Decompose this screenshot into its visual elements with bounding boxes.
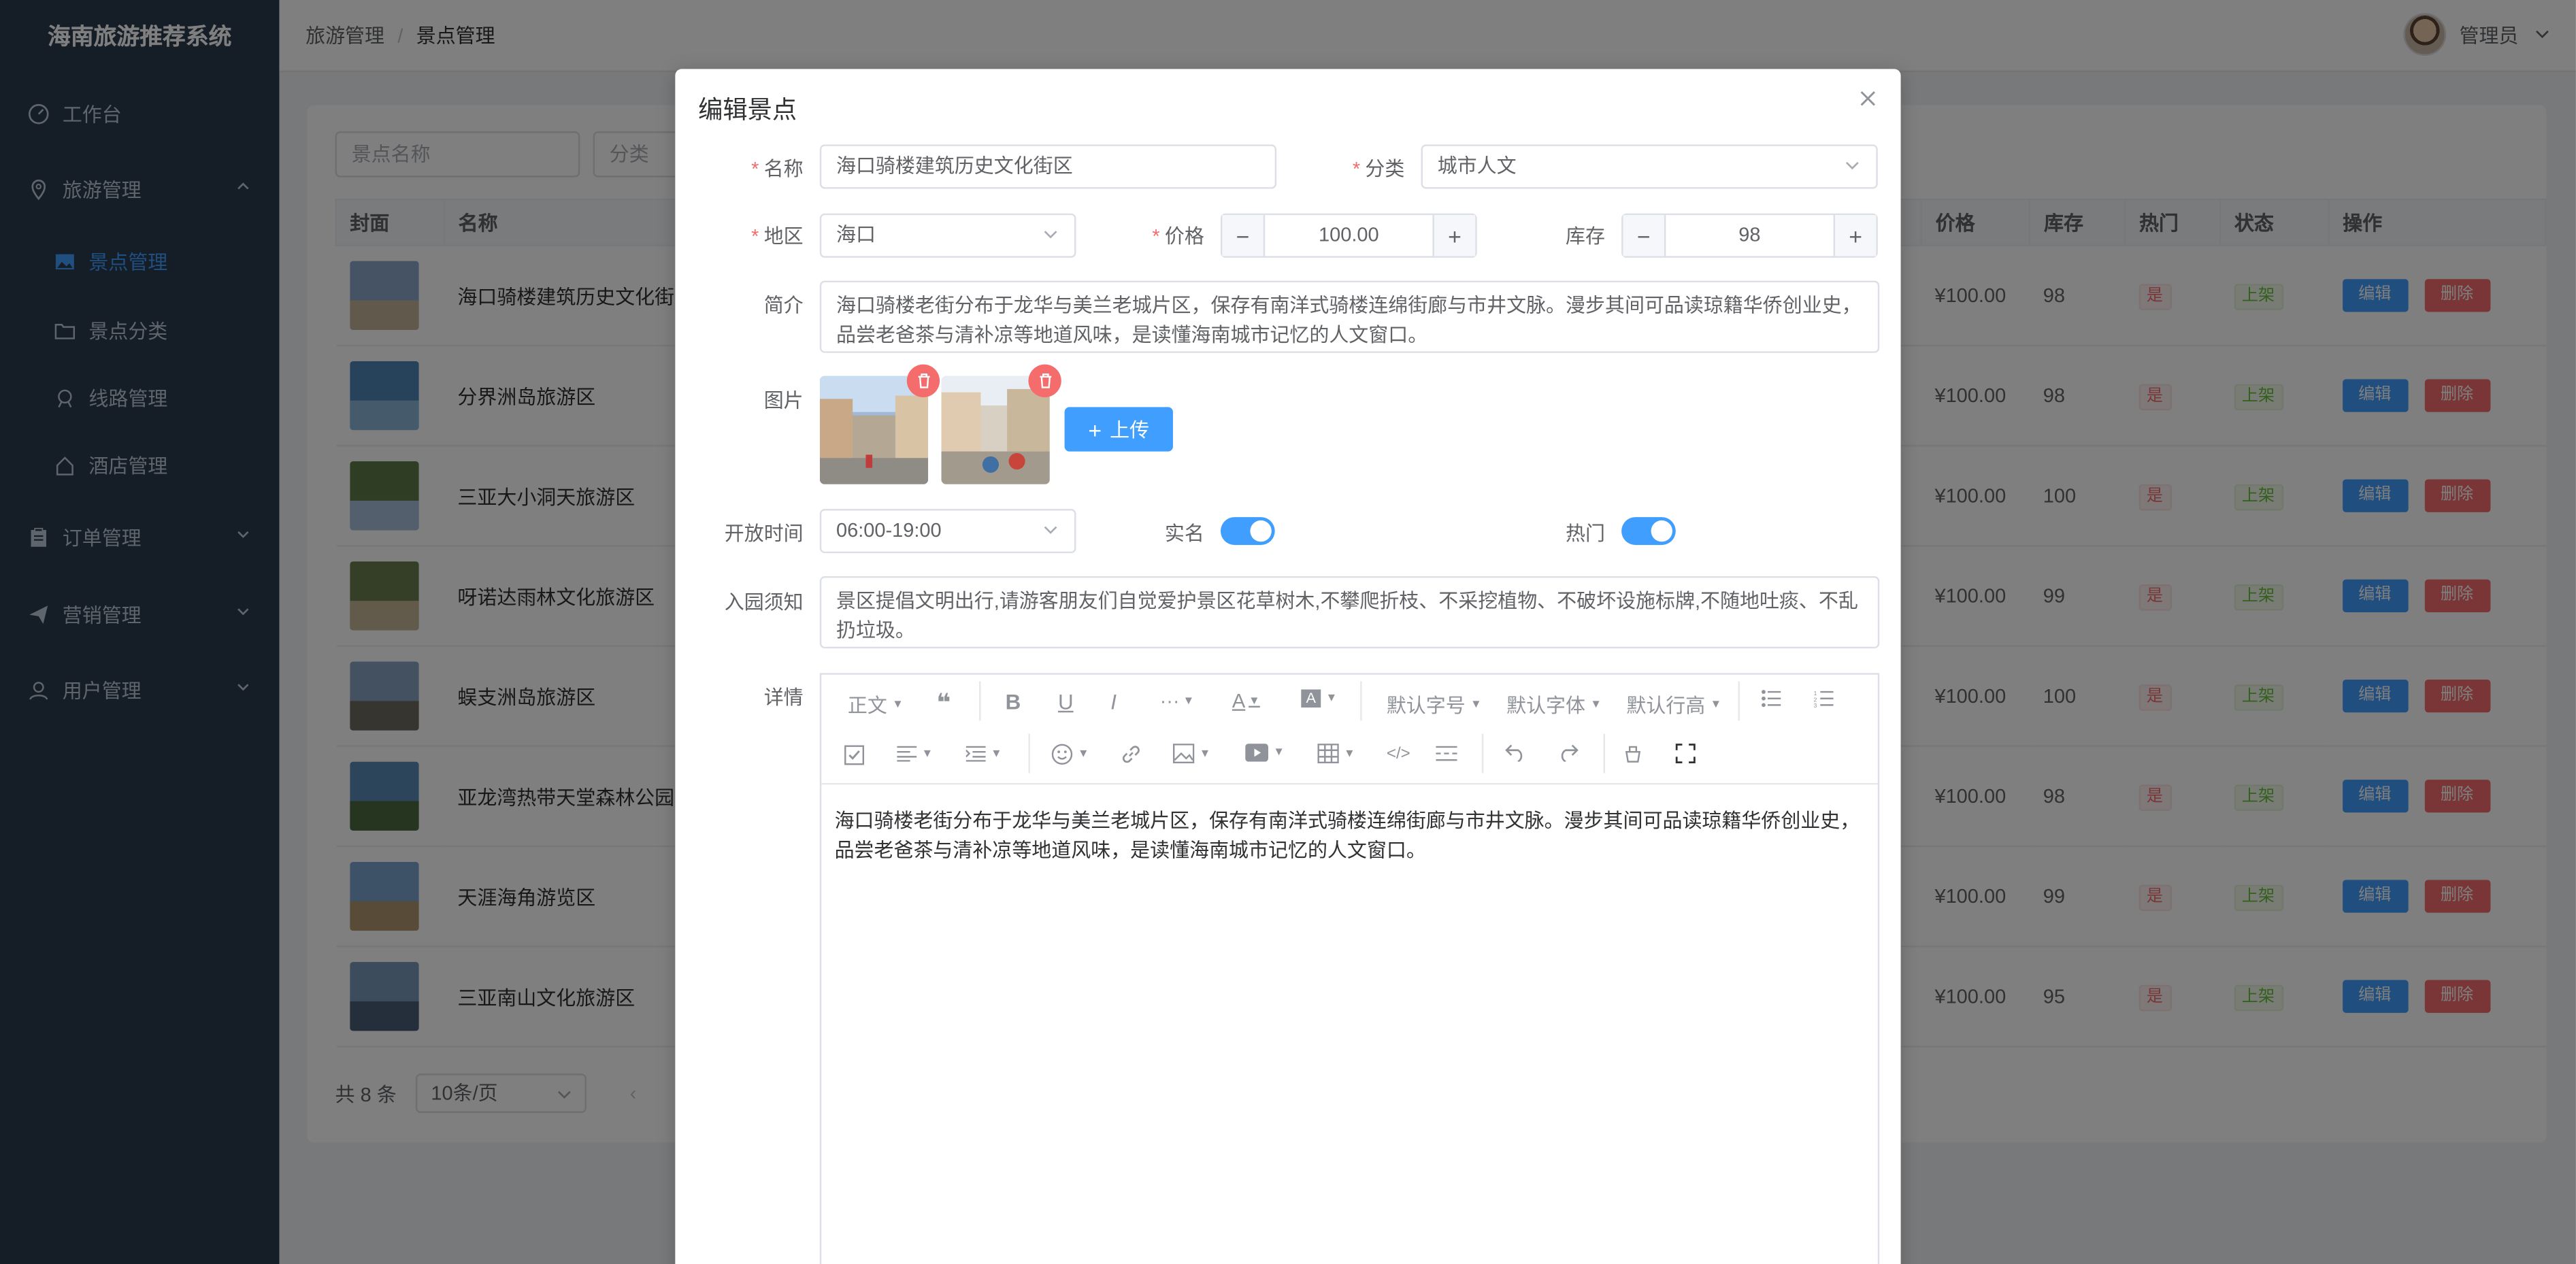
stock-value[interactable]: 98 (1666, 215, 1833, 256)
region-value: 海口 (836, 223, 876, 246)
delete-image-button[interactable] (906, 364, 940, 397)
notice-label: 入园须知 (724, 591, 804, 614)
name-label: * 名称 (751, 157, 804, 181)
clear-format-icon[interactable] (1623, 744, 1643, 763)
redo-icon[interactable] (1557, 744, 1579, 762)
increase-button[interactable]: + (1833, 215, 1877, 256)
open-time-label: 开放时间 (724, 522, 804, 546)
table-icon[interactable]: ▼ (1317, 744, 1355, 764)
fullscreen-icon[interactable] (1675, 744, 1696, 764)
category-label: * 分类 (1352, 157, 1405, 181)
more-icon[interactable]: ··· ▼ (1160, 689, 1195, 712)
category-select[interactable]: 城市人文 (1421, 144, 1878, 189)
italic-icon[interactable]: I (1110, 689, 1117, 714)
toolbar-divider (979, 681, 981, 721)
trash-icon (1039, 373, 1051, 388)
toolbar-divider (1360, 681, 1362, 721)
price-label: * 价格 (1152, 224, 1204, 248)
toolbar-bottom-border (821, 783, 1878, 785)
line-height-select[interactable]: 默认行高 ▼ (1626, 691, 1721, 719)
price-value[interactable]: 100.00 (1265, 215, 1432, 256)
open-time-select[interactable]: 06:00-19:00 (819, 509, 1076, 554)
editor-content[interactable]: 海口骑楼老街分布于龙华与美兰老城片区，保存有南洋式骑楼连绵街廊与市井文脉。漫步其… (835, 806, 1866, 865)
indent-icon[interactable]: ▼ (965, 746, 1002, 762)
decrease-button[interactable]: − (1222, 215, 1266, 256)
edit-scenic-dialog: 编辑景点 * 名称 海口骑楼建筑历史文化街区 * 分类 城市人文 * 地区 海口 * 价… (675, 69, 1901, 1264)
name-input[interactable]: 海口骑楼建筑历史文化街区 (819, 144, 1277, 189)
chevron-down-icon (1044, 231, 1057, 239)
emoji-icon[interactable]: ▼ (1051, 744, 1089, 765)
background-color-icon[interactable]: A ▼ (1301, 689, 1337, 708)
code-icon[interactable]: </> (1387, 746, 1410, 764)
hot-switch[interactable] (1621, 517, 1676, 546)
trash-icon (917, 373, 929, 388)
open-time-value: 06:00-19:00 (836, 518, 942, 542)
underline-icon[interactable]: U (1058, 689, 1074, 714)
numbered-list-icon[interactable]: 123 (1814, 689, 1834, 708)
chevron-down-icon (1845, 161, 1859, 170)
detail-label: 详情 (763, 686, 804, 710)
font-size-value: 默认字号 (1386, 694, 1466, 718)
chevron-down-icon (1044, 526, 1057, 534)
increase-button[interactable]: + (1432, 215, 1476, 256)
heading-select[interactable]: 正文 ▼ (848, 691, 904, 719)
quote-icon[interactable]: ❝ (936, 688, 951, 717)
heading-select-value: 正文 (847, 694, 887, 718)
category-value: 城市人文 (1437, 154, 1517, 178)
link-icon[interactable] (1121, 744, 1142, 765)
line-height-value: 默认行高 (1626, 694, 1706, 718)
plus-icon: + (1088, 416, 1102, 443)
region-label: * 地区 (751, 224, 804, 248)
todo-icon[interactable] (844, 745, 865, 765)
font-family-select[interactable]: 默认字体 ▼ (1506, 691, 1602, 719)
toolbar-divider (1738, 681, 1740, 721)
realname-label: 实名 (1164, 522, 1204, 546)
bulleted-list-icon[interactable] (1761, 689, 1781, 708)
font-family-value: 默认字体 (1506, 694, 1586, 718)
upload-button[interactable]: + 上传 (1064, 407, 1173, 452)
stock-stepper: − 98 + (1621, 213, 1878, 258)
toolbar-divider (1603, 733, 1605, 774)
price-stepper: − 100.00 + (1220, 213, 1477, 258)
toolbar-divider (1481, 733, 1484, 774)
image-icon[interactable]: ▼ (1172, 744, 1210, 764)
intro-textarea[interactable]: 海口骑楼老街分布于龙华与美兰老城片区，保存有南洋式骑楼连绵街廊与市井文脉。漫步其… (819, 280, 1880, 353)
divider-icon[interactable] (1436, 746, 1457, 762)
notice-textarea[interactable]: 景区提倡文明出行,请游客朋友们自觉爱护景区花草树木,不攀爬折枝、不采挖植物、不破… (819, 576, 1880, 649)
region-select[interactable]: 海口 (819, 213, 1076, 258)
align-icon[interactable]: ▼ (897, 746, 933, 762)
upload-label: 上传 (1110, 418, 1150, 442)
video-icon[interactable]: ▼ (1245, 744, 1285, 762)
rich-text-editor: 正文 ▼ ❝ B U I ··· ▼ A ▼ A ▼ 默认字号 ▼ 默认字体 ▼ 默认行… (819, 673, 1880, 1264)
undo-icon[interactable] (1505, 744, 1526, 762)
decrease-button[interactable]: − (1623, 215, 1666, 256)
hot-label: 热门 (1565, 522, 1605, 546)
bold-icon[interactable]: B (1006, 689, 1021, 714)
svg-text:1: 1 (1814, 690, 1817, 697)
realname-switch[interactable] (1220, 517, 1275, 546)
toolbar-divider (1028, 733, 1030, 774)
images-label: 图片 (763, 388, 804, 412)
close-icon[interactable] (1858, 88, 1878, 108)
font-size-select[interactable]: 默认字号 ▼ (1387, 691, 1482, 719)
stock-label: 库存 (1565, 224, 1605, 248)
intro-label: 简介 (763, 293, 804, 317)
svg-text:3: 3 (1814, 702, 1817, 708)
delete-image-button[interactable] (1028, 364, 1061, 397)
dialog-title: 编辑景点 (698, 97, 797, 125)
font-color-icon[interactable]: A ▼ (1232, 689, 1260, 712)
